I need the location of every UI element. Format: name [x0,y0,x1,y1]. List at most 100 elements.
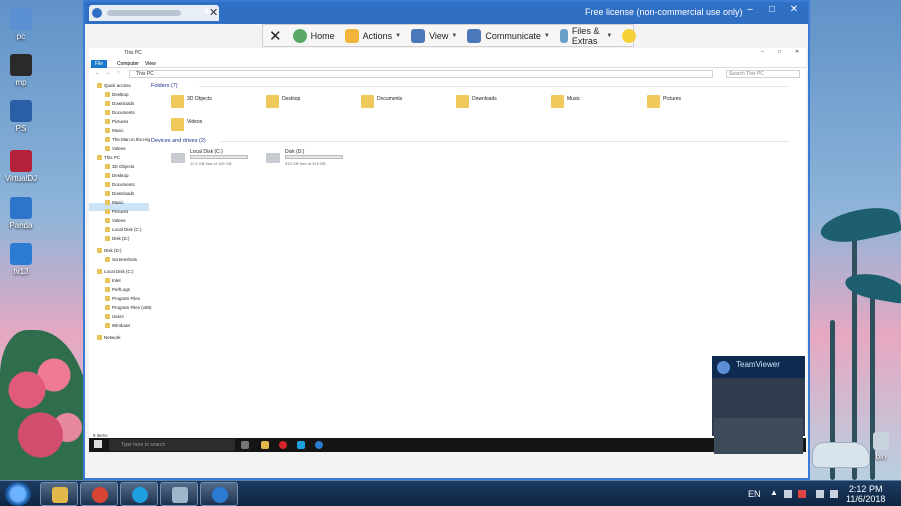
maximize-button[interactable]: □ [763,4,781,18]
folder-item[interactable]: Desktop [266,93,356,113]
minimize-button[interactable]: – [741,4,759,18]
network-icon[interactable] [816,490,824,498]
nav-item[interactable]: Program Files (x86) [105,305,152,313]
opera-icon[interactable] [279,441,287,449]
drive-item[interactable]: Local Disk (C:) 11.5 GB free of 145 GB [171,149,281,169]
clock[interactable]: 2:12 PM 11/6/2018 [846,484,885,504]
back-arrow-icon[interactable]: ← [95,70,100,76]
feedback-button[interactable] [617,25,645,46]
folder-icon [105,227,110,232]
nav-item[interactable]: Desktop [105,92,129,100]
explorer-icon[interactable] [261,441,269,449]
toolbar-communicate-button[interactable]: Communicate ▼ [462,25,554,46]
folder-item[interactable]: Documents [361,93,451,113]
drive-item[interactable]: Disk (D:) 310 GB free of 319 GB [266,149,376,169]
devices-group-header[interactable]: Devices and drives (2) [151,138,789,144]
taskbar-app-explorer[interactable] [40,482,78,506]
task-view-icon[interactable] [241,441,249,449]
address-input[interactable]: This PC [129,70,713,78]
drive-free-space: 11.5 GB free of 145 GB [190,161,232,166]
nav-item[interactable]: Desktop [105,173,129,181]
address-text: This PC [136,71,154,77]
new-tab-button[interactable]: + [199,4,215,21]
nav-item[interactable]: Windows [105,323,130,331]
desktop-icon-bin[interactable]: bin [864,432,898,461]
explorer-minimize-icon[interactable]: – [761,49,764,55]
toolbar-files-extras-button[interactable]: Files & Extras ▼ [555,25,617,46]
taskbar: EN ▲ 2:12 PM 11/6/2018 [0,480,901,506]
desktop-icon-virtualdj[interactable]: VirtualDJ [4,150,38,183]
flag-icon[interactable] [784,490,792,498]
skype-icon[interactable] [297,441,305,449]
toolbar-actions-button[interactable]: Actions ▼ [340,25,406,46]
nav-item[interactable]: Pictures [105,119,128,127]
language-indicator[interactable]: EN [748,489,761,499]
nav-item[interactable]: Quick access [97,83,131,91]
nav-item[interactable]: Network [97,335,121,343]
nav-item[interactable]: Disk (D:) [105,236,130,244]
toolbar-home-button[interactable]: Home [288,25,340,46]
hard-drive-icon [171,153,185,163]
nav-item[interactable]: Local Disk (C:) [105,227,142,235]
explorer-search-input[interactable]: Search This PC [726,70,800,78]
folder-item[interactable]: Videos [171,116,261,136]
remote-search-input[interactable]: Type here to search [109,439,235,451]
chevron-up-icon[interactable]: ▲ [770,488,778,497]
taskbar-app-window[interactable] [160,482,198,506]
desktop-icon-pc[interactable]: pc [4,8,38,41]
nav-item[interactable]: 3D Objects [105,164,134,172]
nav-item[interactable]: Downloads [105,191,134,199]
nav-item[interactable]: PerfLogs [105,287,130,295]
up-arrow-icon[interactable]: ↑ [117,70,120,76]
ribbon-tab-view[interactable]: View [141,60,160,68]
volume-icon[interactable] [830,490,838,498]
toolbar-view-button[interactable]: View ▼ [406,25,462,46]
folders-group-header[interactable]: Folders (7) [151,83,789,89]
address-bar-row: ← → ↑ This PC Search This PC [89,69,806,79]
monitor-icon [411,28,426,43]
taskbar-app-teamviewer[interactable] [200,482,238,506]
windows-start-icon[interactable] [94,440,102,448]
nav-item[interactable]: Videos [105,218,126,226]
desktop-icon-tv13[interactable]: tv13 [4,243,38,276]
desktop-icon-mp[interactable]: mp [4,54,38,87]
folder-item[interactable]: Downloads [456,93,546,113]
close-window-button[interactable]: ✕ [785,4,803,18]
close-connection-button[interactable]: ✕ [263,25,288,46]
panel-title: TeamViewer [736,360,780,369]
nav-item[interactable]: Pictures [105,209,128,217]
folder-item[interactable]: Music [551,93,641,113]
desktop-icon-ps[interactable]: PS [4,100,38,133]
taskbar-app-skype[interactable] [120,482,158,506]
folder-item[interactable]: 3D Objects [171,93,261,113]
nav-item[interactable]: Program Files [105,296,140,304]
tray-app-icon[interactable] [798,490,806,498]
remote-screen[interactable]: This PC – □ ✕ File Computer View ← → ↑ T… [89,48,806,452]
teamviewer-session-panel[interactable]: TeamViewer [712,356,805,454]
explorer-maximize-icon[interactable]: □ [778,49,781,55]
folder-item[interactable]: Pictures [647,93,737,113]
nav-item[interactable]: Documents [105,182,135,190]
nav-item[interactable]: Screenshots [105,257,137,265]
nav-item[interactable]: Intel [105,278,121,286]
start-button[interactable] [5,482,31,506]
desktop-icon-panda[interactable]: Panda [4,197,38,230]
nav-item[interactable]: Local Disk (C:) [97,269,134,277]
explorer-close-icon[interactable]: ✕ [795,49,799,55]
nav-item[interactable]: Music [105,200,124,208]
teamviewer-icon[interactable] [315,441,323,449]
forward-arrow-icon[interactable]: → [105,70,110,76]
folder-icon [105,218,110,223]
nav-item[interactable]: The.Man.in.the.Hig [105,137,150,145]
nav-item[interactable]: Videos [105,146,126,154]
nav-item[interactable]: Documents [105,110,135,118]
taskbar-app-chrome[interactable] [80,482,118,506]
ribbon-tab-file[interactable]: File [91,60,108,68]
nav-item[interactable]: Downloads [105,101,134,109]
nav-item[interactable]: Disk (D:) [97,248,122,256]
session-list[interactable] [714,418,803,454]
ribbon-tab-computer[interactable]: Computer [113,60,143,68]
nav-item[interactable]: Users [105,314,124,322]
nav-item[interactable]: This PC [97,155,120,163]
nav-item[interactable]: Music [105,128,124,136]
